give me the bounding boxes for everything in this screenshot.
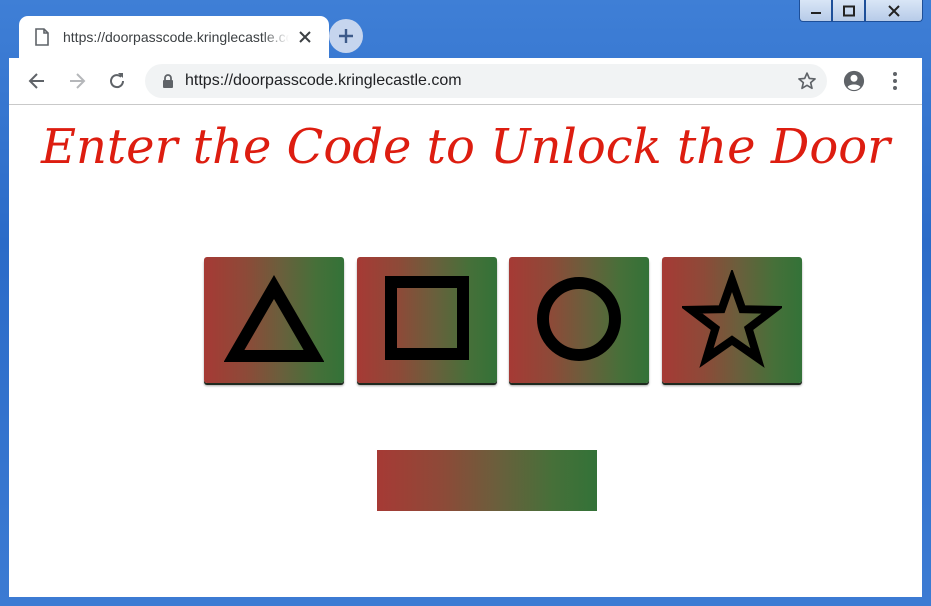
- profile-button[interactable]: [843, 70, 865, 92]
- browser-window: https://doorpasscode.kringlecastle.com h…: [0, 0, 931, 606]
- forward-button[interactable]: [66, 70, 88, 92]
- arrow-left-icon: [28, 73, 44, 89]
- star-button[interactable]: [662, 257, 802, 383]
- tab-title: https://doorpasscode.kringlecastle.com: [63, 29, 289, 45]
- circle-icon: [537, 277, 621, 361]
- page-title: Enter the Code to Unlock the Door: [40, 119, 891, 175]
- arrow-right-icon: [70, 73, 86, 89]
- page-icon: [35, 28, 49, 46]
- square-button[interactable]: [357, 257, 497, 383]
- close-icon: [299, 31, 311, 43]
- address-bar[interactable]: https://doorpasscode.kringlecastle.com: [145, 64, 827, 98]
- url-text: https://doorpasscode.kringlecastle.com: [185, 72, 462, 89]
- plus-icon: [339, 29, 353, 43]
- reload-button[interactable]: [106, 70, 128, 92]
- star-icon: [682, 270, 782, 368]
- page-viewport: Enter the Code to Unlock the Door: [9, 105, 922, 597]
- reload-icon: [110, 73, 125, 89]
- back-button[interactable]: [26, 70, 48, 92]
- menu-button[interactable]: [884, 70, 906, 92]
- account-circle-icon: [843, 70, 865, 92]
- code-button-row: [204, 257, 804, 387]
- square-icon: [385, 276, 469, 360]
- circle-button[interactable]: [509, 257, 649, 383]
- bookmark-star-button[interactable]: [797, 71, 817, 91]
- triangle-button[interactable]: [204, 257, 344, 383]
- tab-strip: https://doorpasscode.kringlecastle.com: [9, 0, 922, 58]
- star-outline-icon: [798, 72, 816, 90]
- more-vert-icon: [893, 72, 897, 90]
- lock-icon: [163, 74, 173, 88]
- triangle-icon: [224, 275, 324, 362]
- new-tab-button[interactable]: [329, 19, 363, 53]
- browser-toolbar: https://doorpasscode.kringlecastle.com: [9, 58, 922, 105]
- browser-tab[interactable]: https://doorpasscode.kringlecastle.com: [19, 16, 329, 58]
- entered-code-display: [377, 450, 597, 511]
- tab-close-button[interactable]: [297, 29, 313, 45]
